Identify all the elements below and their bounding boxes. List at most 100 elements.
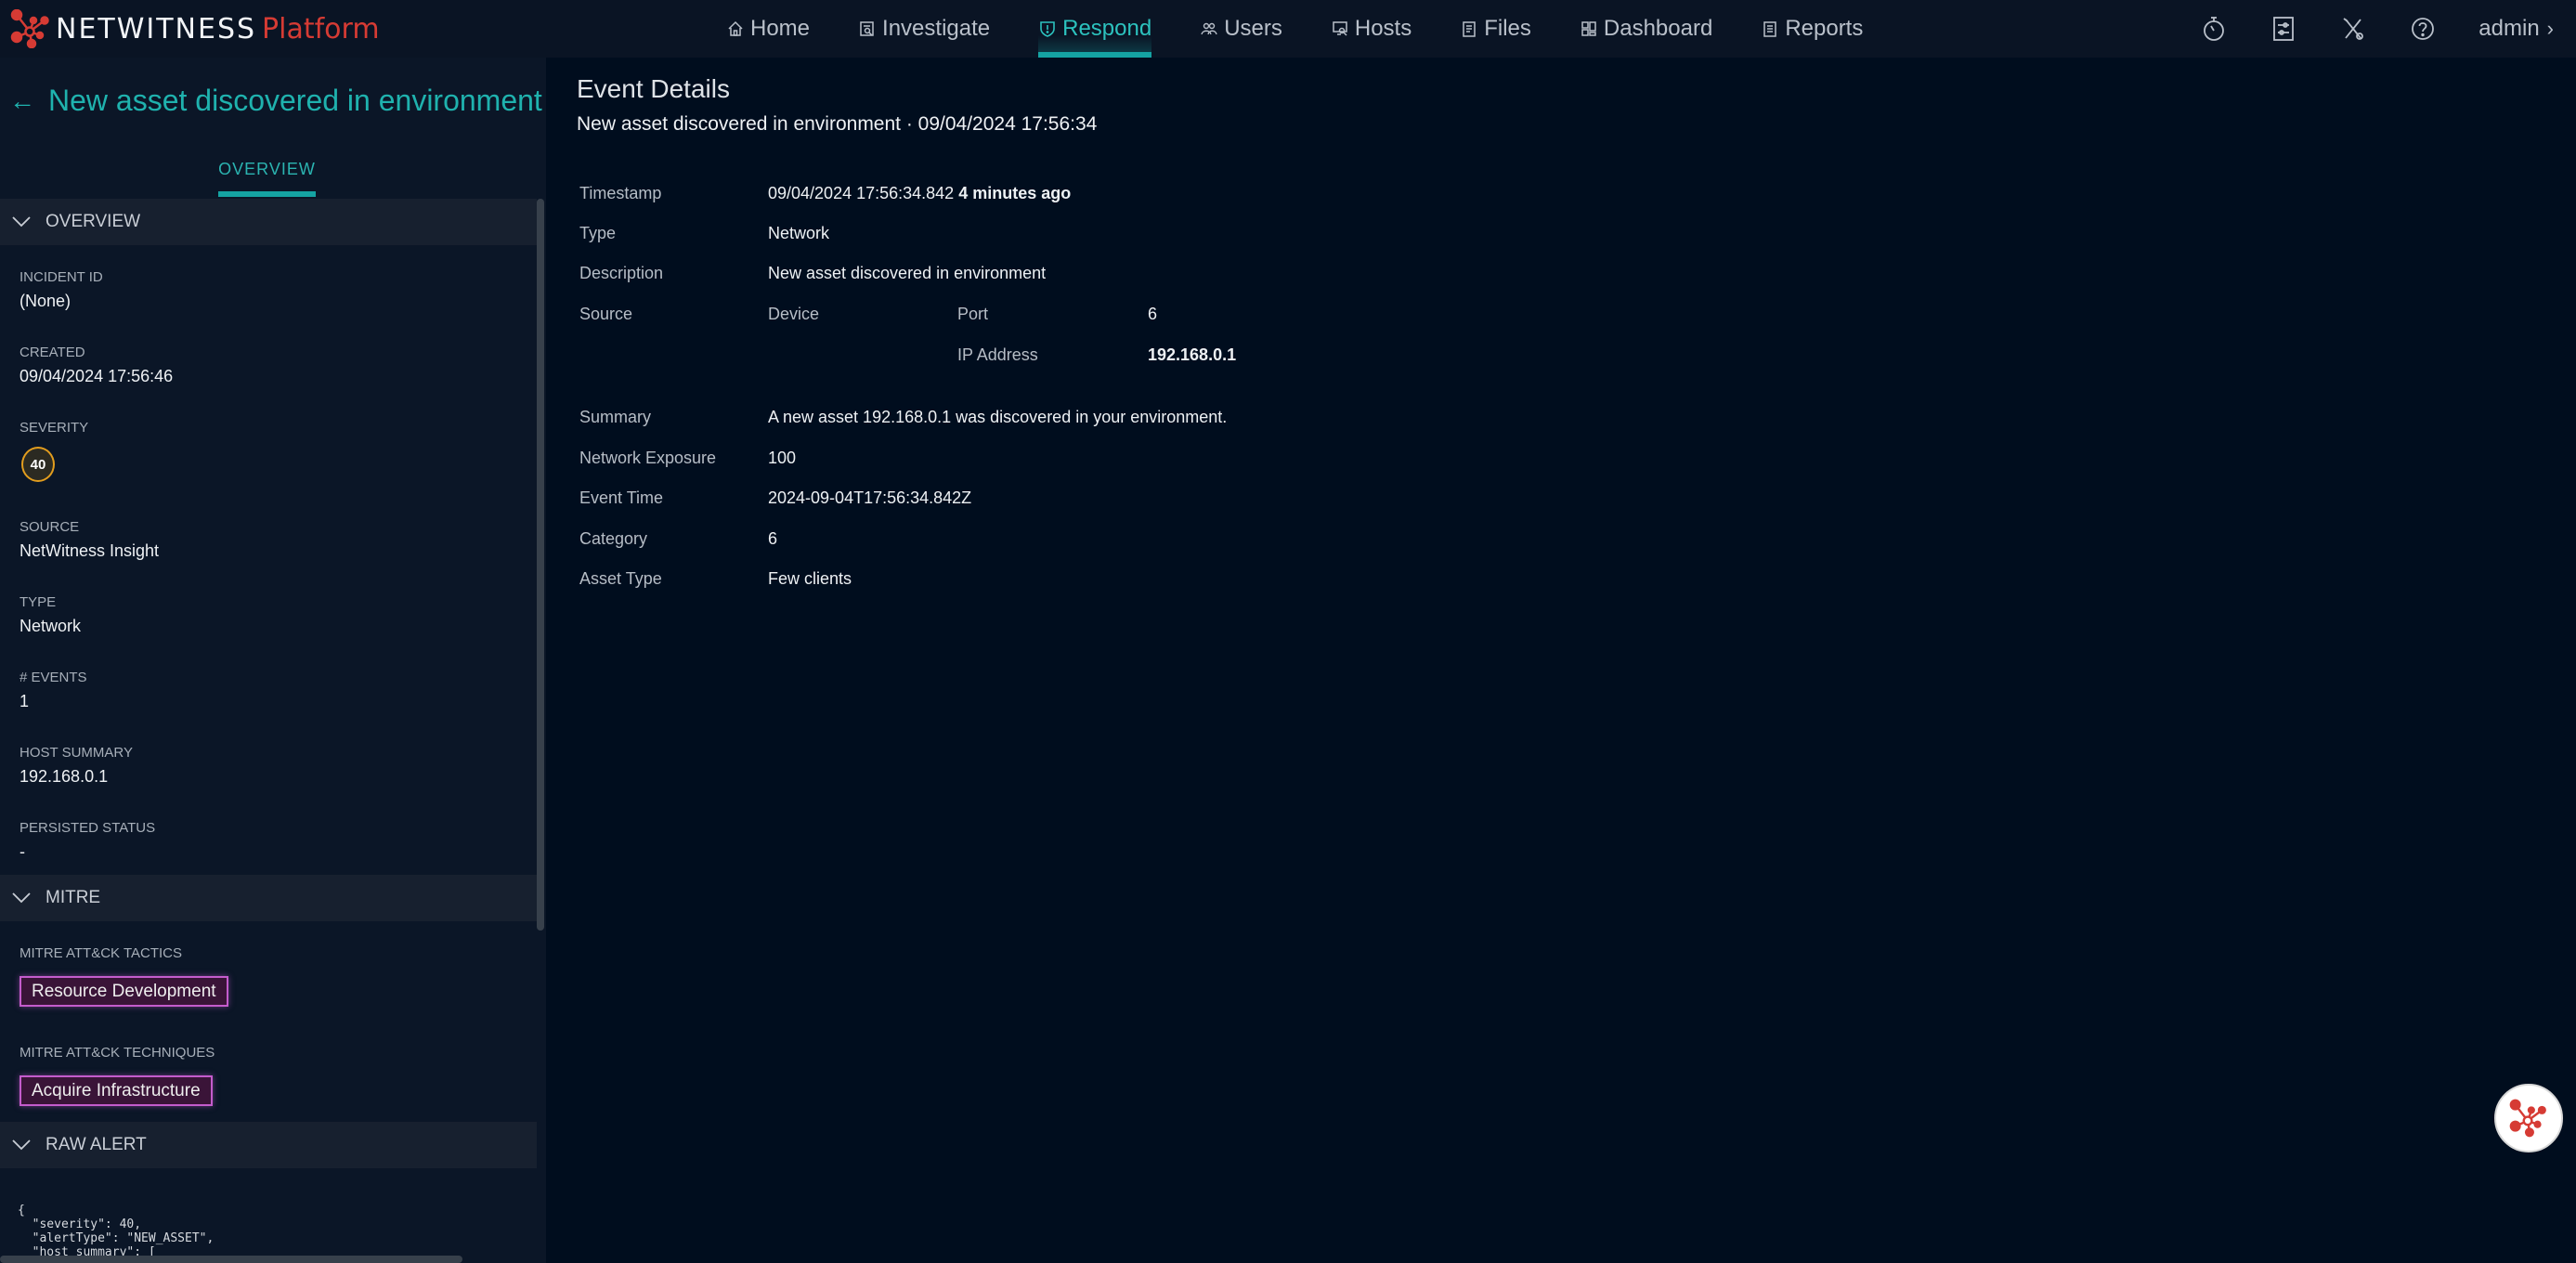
category-value: 6 <box>768 529 778 548</box>
type-value: Network <box>20 617 82 635</box>
chevron-down-icon <box>12 888 33 908</box>
settings-sliders-button[interactable] <box>2270 15 2297 43</box>
chevron-down-icon <box>12 212 33 232</box>
source-port-label: Port <box>957 305 989 323</box>
host-summary-value: 192.168.0.1 <box>20 767 109 786</box>
logo-text-primary: NETWITNESS <box>56 12 257 46</box>
nav-respond-label: Respond <box>1062 16 1152 41</box>
nav-reports[interactable]: Reports <box>1761 0 1863 58</box>
investigate-icon <box>858 20 877 38</box>
timestamp-value: 09/04/2024 17:56:34.842 4 minutes ago <box>768 184 1071 203</box>
nav-dashboard[interactable]: Dashboard <box>1580 0 1712 58</box>
category-label: Category <box>579 529 648 548</box>
tools-icon <box>2343 18 2364 40</box>
tab-overview[interactable]: OVERVIEW <box>218 160 316 179</box>
created-label: CREATED <box>20 345 85 360</box>
description-value: New asset discovered in environment <box>768 264 1047 282</box>
nav-home-label: Home <box>750 16 811 41</box>
event-time-value: 2024-09-04T17:56:34.842Z <box>768 488 972 507</box>
vertical-scrollbar[interactable] <box>537 199 544 931</box>
host-summary-label: HOST SUMMARY <box>20 745 133 761</box>
nav-files-label: Files <box>1484 16 1531 41</box>
netwitness-logo[interactable]: NETWITNESS Platform <box>9 9 380 48</box>
tools-button[interactable] <box>2339 15 2367 43</box>
nav-respond[interactable]: Respond <box>1038 0 1152 58</box>
event-details-subtitle: New asset discovered in environment · 09… <box>577 113 1098 135</box>
raw-alert-json: { "severity": 40, "alertType": "NEW_ASSE… <box>18 1204 215 1259</box>
help-button[interactable] <box>2409 15 2437 43</box>
asset-type-value: Few clients <box>768 569 852 588</box>
event-time-label: Event Time <box>579 488 664 507</box>
users-icon <box>1200 20 1218 38</box>
severity-label: SEVERITY <box>20 420 89 436</box>
stopwatch-icon <box>2204 17 2225 41</box>
header-tools: admin › <box>2200 0 2576 58</box>
netwitness-network-icon <box>2509 1099 2546 1138</box>
events-count-value: 1 <box>20 692 30 710</box>
event-details-panel: Event Details New asset discovered in en… <box>546 58 2576 1263</box>
mitre-techniques-label: MITRE ATT&CK TECHNIQUES <box>20 1045 215 1061</box>
nav-users[interactable]: Users <box>1200 0 1282 58</box>
source-ip-value: 192.168.0.1 <box>1148 345 1237 364</box>
nav-investigate[interactable]: Investigate <box>858 0 990 58</box>
netwitness-logo-icon <box>10 9 49 48</box>
chevron-down-icon <box>12 1135 33 1155</box>
type-row-value: Network <box>768 224 830 242</box>
source-label: SOURCE <box>20 519 80 535</box>
shield-alert-icon <box>1038 20 1057 38</box>
section-mitre-header[interactable]: MITRE <box>0 875 537 921</box>
event-details-heading: Event Details <box>577 74 730 103</box>
nav-hosts-label: Hosts <box>1354 16 1412 41</box>
timestamp-label: Timestamp <box>579 184 662 202</box>
timestamp-relative: 4 minutes ago <box>958 184 1072 202</box>
alert-title: New asset discovered in environment <box>48 84 542 117</box>
events-count-label: # EVENTS <box>20 670 87 685</box>
asset-type-label: Asset Type <box>579 569 662 588</box>
incident-id-label: INCIDENT ID <box>20 269 103 285</box>
nav-reports-label: Reports <box>1785 16 1864 41</box>
mitre-tactics-label: MITRE ATT&CK TACTICS <box>20 945 183 961</box>
nav-home[interactable]: Home <box>726 0 810 58</box>
source-row-label: Source <box>579 305 633 323</box>
section-mitre-label: MITRE <box>46 888 101 907</box>
network-exposure-value: 100 <box>768 449 797 467</box>
horizontal-scrollbar[interactable] <box>0 1256 462 1263</box>
home-icon <box>726 20 745 38</box>
persisted-status-label: PERSISTED STATUS <box>20 820 156 836</box>
user-menu[interactable]: admin › <box>2478 16 2554 42</box>
nav-hosts[interactable]: Hosts <box>1331 0 1412 58</box>
top-navigation-bar: NETWITNESS Platform Home Investigate Res… <box>0 0 2576 58</box>
files-icon <box>1460 20 1478 38</box>
source-ip-label: IP Address <box>957 345 1038 364</box>
active-tab-indicator <box>218 191 316 197</box>
nav-users-label: Users <box>1224 16 1282 41</box>
assistant-floating-button[interactable] <box>2494 1084 2563 1152</box>
section-overview-label: OVERVIEW <box>46 212 141 231</box>
persisted-status-value: - <box>20 842 25 861</box>
section-overview-header[interactable]: OVERVIEW <box>0 199 537 245</box>
network-exposure-label: Network Exposure <box>579 449 717 467</box>
sliders-icon <box>2273 17 2295 41</box>
logo-text-secondary: Platform <box>262 12 380 46</box>
mitre-tactic-tag[interactable]: Resource Development <box>20 976 228 1007</box>
type-label: TYPE <box>20 594 57 610</box>
arrow-left-icon: ← <box>9 85 35 115</box>
main-nav: Home Investigate Respond Users Hosts Fil… <box>726 0 1911 58</box>
nav-investigate-label: Investigate <box>882 16 991 41</box>
reports-icon <box>1761 20 1779 38</box>
timestamp-absolute: 09/04/2024 17:56:34.842 <box>768 184 955 202</box>
chevron-right-icon: › <box>2546 17 2554 40</box>
section-raw-alert-header[interactable]: RAW ALERT <box>0 1122 537 1168</box>
alert-overview-panel: ← New asset discovered in environment OV… <box>0 58 546 1263</box>
mitre-technique-tag[interactable]: Acquire Infrastructure <box>20 1075 213 1106</box>
incident-id-value: (None) <box>20 292 72 310</box>
dashboard-icon <box>1580 20 1598 38</box>
stopwatch-button[interactable] <box>2200 15 2228 43</box>
nav-files[interactable]: Files <box>1460 0 1531 58</box>
source-port-value: 6 <box>1148 305 1158 323</box>
summary-value: A new asset 192.168.0.1 was discovered i… <box>768 408 1228 426</box>
severity-badge: 40 <box>21 447 55 482</box>
back-to-alerts-link[interactable]: ← New asset discovered in environment <box>9 84 542 118</box>
nav-dashboard-label: Dashboard <box>1603 16 1713 41</box>
user-name: admin <box>2478 16 2540 41</box>
